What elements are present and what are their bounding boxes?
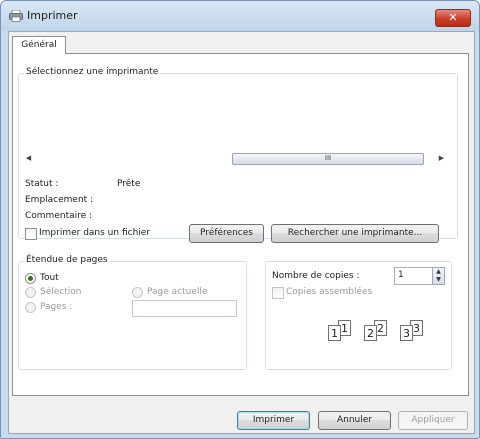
radio-current-page-label: Page actuelle <box>147 287 208 297</box>
spin-up-icon[interactable]: ▲ <box>433 268 444 276</box>
radio-all[interactable] <box>25 273 36 284</box>
spin-down-icon[interactable]: ▼ <box>433 276 444 284</box>
dialog-client-area: Général Sélectionnez une imprimante ◀ II… <box>8 31 475 434</box>
status-label: Statut : <box>25 179 59 189</box>
copies-value: 1 <box>398 270 404 280</box>
printer-list-scrollbar[interactable]: ◀ III ▶ <box>22 152 448 165</box>
print-button[interactable]: Imprimer <box>237 411 310 430</box>
radio-all-label: Tout <box>40 273 59 283</box>
page-range-group: Étendue de pages Tout Sélection Page act… <box>18 255 247 370</box>
collate-page-front: 3 <box>400 325 413 341</box>
collate-label: Copies assemblées <box>286 287 373 297</box>
collate-page-front: 1 <box>328 325 341 341</box>
general-tab-panel: Sélectionnez une imprimante ◀ III ▶ Stat… <box>12 53 469 396</box>
copies-spinner[interactable]: ▲ ▼ <box>432 267 445 285</box>
scroll-right-icon[interactable]: ▶ <box>435 152 448 165</box>
tab-general[interactable]: Général <box>12 36 66 54</box>
radio-selected-dot <box>28 276 33 281</box>
radio-pages[interactable] <box>25 302 36 313</box>
collate-checkbox[interactable] <box>272 287 284 299</box>
pages-input[interactable] <box>132 300 237 317</box>
preferences-button[interactable]: Préférences <box>189 224 264 243</box>
page-range-legend: Étendue de pages <box>24 255 110 265</box>
printer-selection-legend: Sélectionnez une imprimante <box>24 67 161 77</box>
copies-label: Nombre de copies : <box>272 271 360 281</box>
radio-current-page[interactable] <box>132 287 143 298</box>
window-title: Imprimer <box>27 9 78 22</box>
copies-group: Nombre de copies : 1 ▲ ▼ Copies assemblé… <box>265 261 452 370</box>
scroll-left-icon[interactable]: ◀ <box>22 152 35 165</box>
scrollbar-thumb[interactable]: III <box>232 153 424 165</box>
print-to-file-checkbox[interactable] <box>25 228 37 240</box>
cancel-button[interactable]: Annuler <box>318 411 391 430</box>
title-bar: Imprimer ✕ <box>1 1 479 31</box>
printer-list[interactable] <box>23 84 449 144</box>
location-label: Emplacement : <box>25 195 94 205</box>
print-to-file-label: Imprimer dans un fichier <box>39 228 151 238</box>
radio-selection-label: Sélection <box>40 287 82 297</box>
collate-illustration: 1 1 2 2 3 3 <box>328 320 438 350</box>
radio-selection[interactable] <box>25 287 36 298</box>
printer-icon <box>9 10 23 22</box>
apply-button[interactable]: Appliquer <box>398 411 468 430</box>
printer-selection-group: Sélectionnez une imprimante ◀ III ▶ Stat… <box>18 67 458 243</box>
print-dialog-window: Imprimer ✕ Général Sélectionnez une impr… <box>0 0 480 439</box>
comment-label: Commentaire : <box>25 211 93 221</box>
status-value: Prête <box>117 179 141 189</box>
close-button[interactable]: ✕ <box>435 9 471 27</box>
radio-pages-label: Pages : <box>40 302 73 312</box>
collate-page-front: 2 <box>364 325 377 341</box>
find-printer-button[interactable]: Rechercher une imprimante... <box>271 224 439 243</box>
